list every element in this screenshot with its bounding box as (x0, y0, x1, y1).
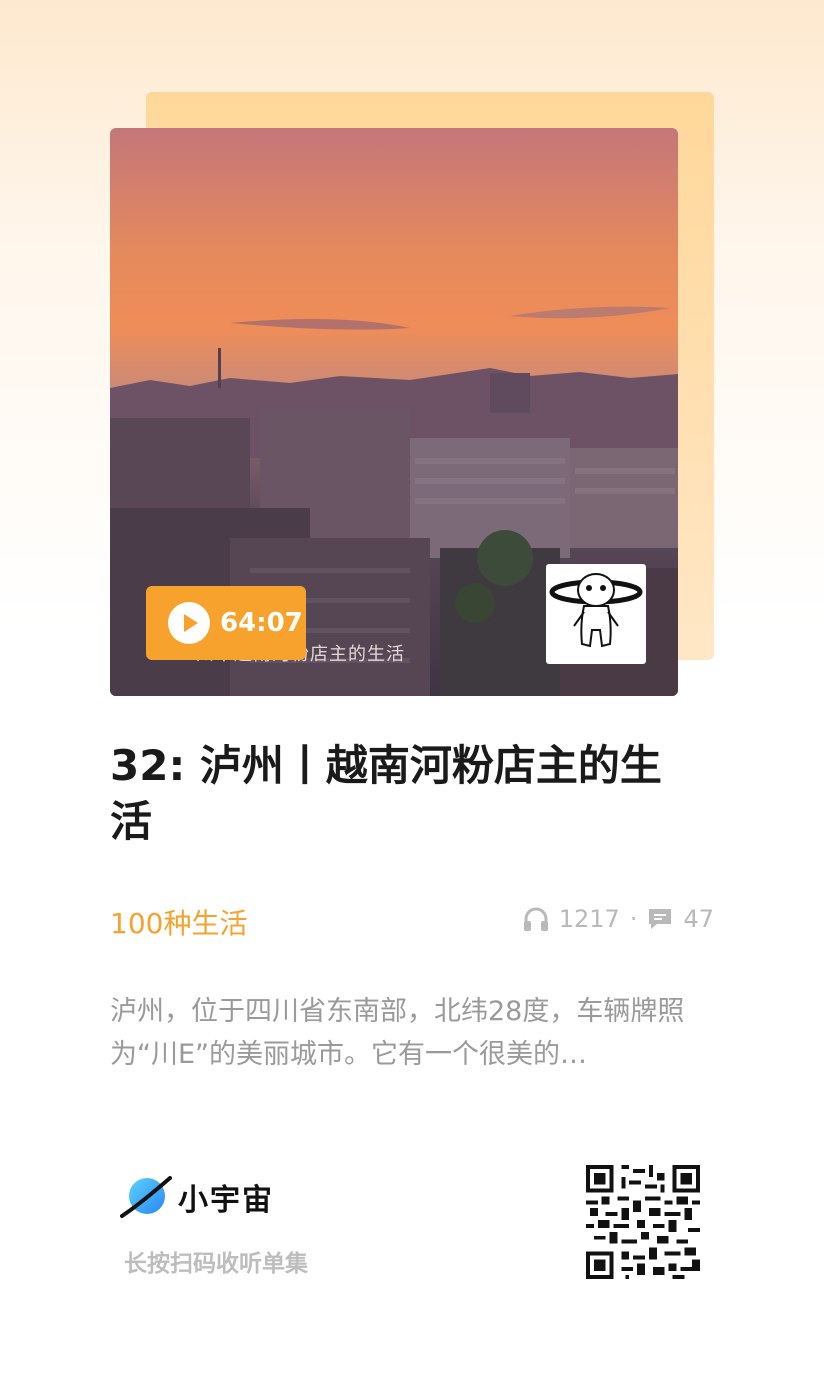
headphones-icon (523, 907, 548, 931)
stats-separator: · (629, 905, 638, 933)
brand-logo: 小宇宙 (120, 1174, 274, 1220)
comment-icon (649, 909, 672, 929)
play-count: 1217 (558, 905, 620, 933)
episode-description: 泸州，位于四川省东南部，北纬28度，车辆牌照为“川E”的美丽城市。它有一个很美的… (110, 996, 685, 1070)
episode-duration: 64:07 (220, 608, 303, 638)
qr-code[interactable] (586, 1165, 700, 1279)
astronaut-icon (549, 573, 643, 648)
brand-name: 小宇宙 (178, 1183, 274, 1218)
comment-count: 47 (683, 905, 714, 933)
podcast-name[interactable]: 100种生活 (110, 902, 247, 942)
scan-hint: 长按扫码收听单集 (124, 1251, 308, 1277)
podcast-logo (546, 564, 646, 664)
episode-title: 32: 泸州丨越南河粉店主的生活 (110, 741, 662, 846)
play-button[interactable]: 64:07 (146, 586, 306, 660)
episode-stats: 1217 · 47 (523, 905, 714, 933)
play-icon (168, 602, 210, 644)
planet-logo-icon (120, 1176, 172, 1218)
